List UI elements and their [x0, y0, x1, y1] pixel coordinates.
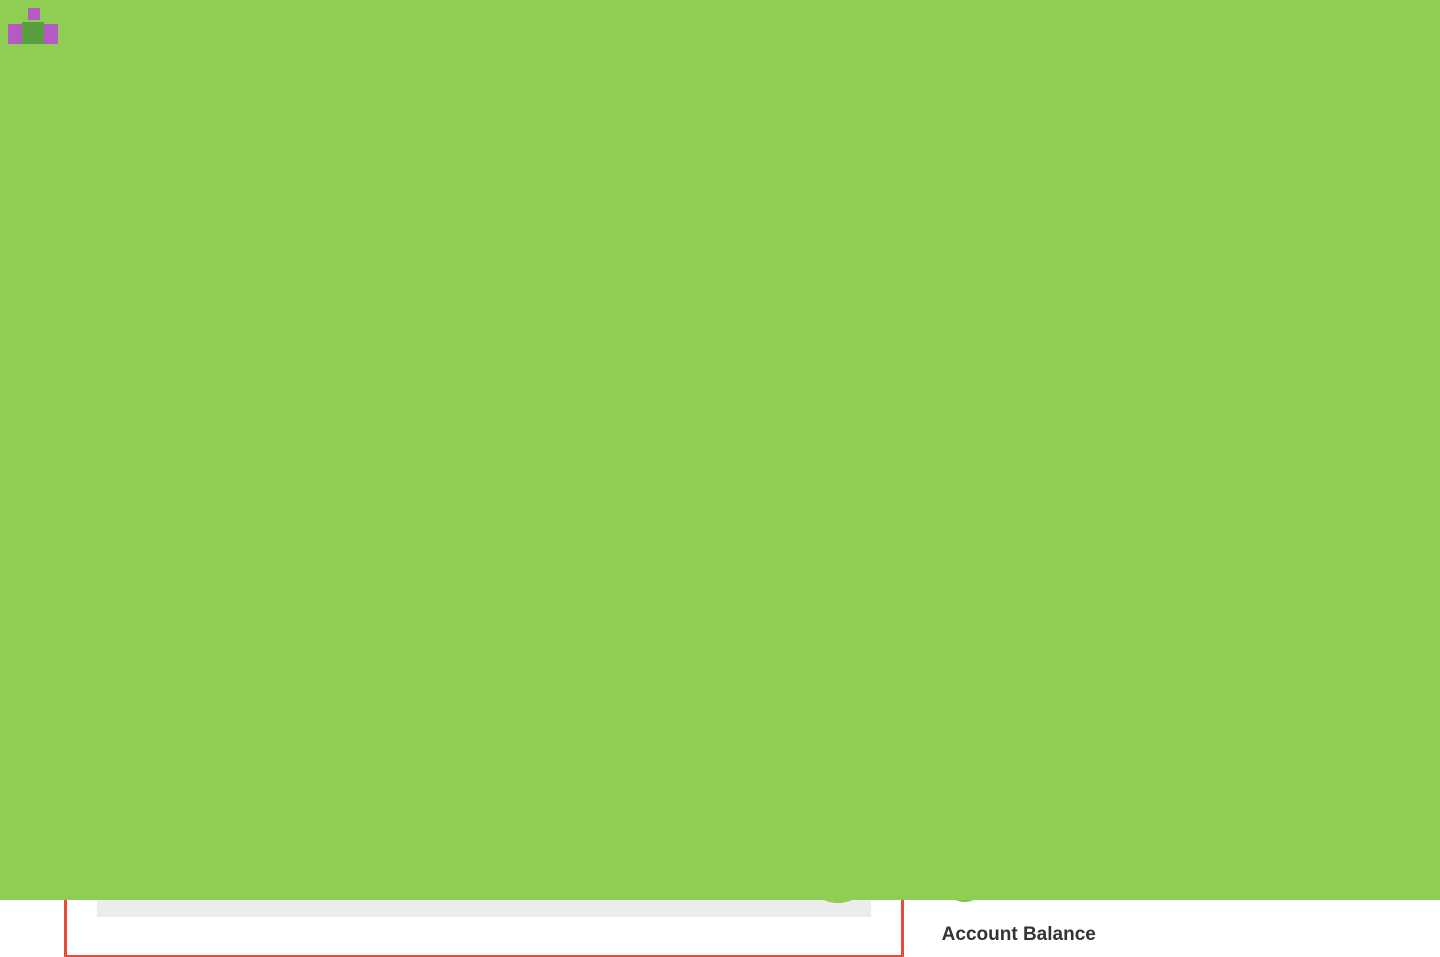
account-balance-heading: Account Balance — [942, 924, 1376, 946]
identicon-icon — [942, 856, 987, 902]
